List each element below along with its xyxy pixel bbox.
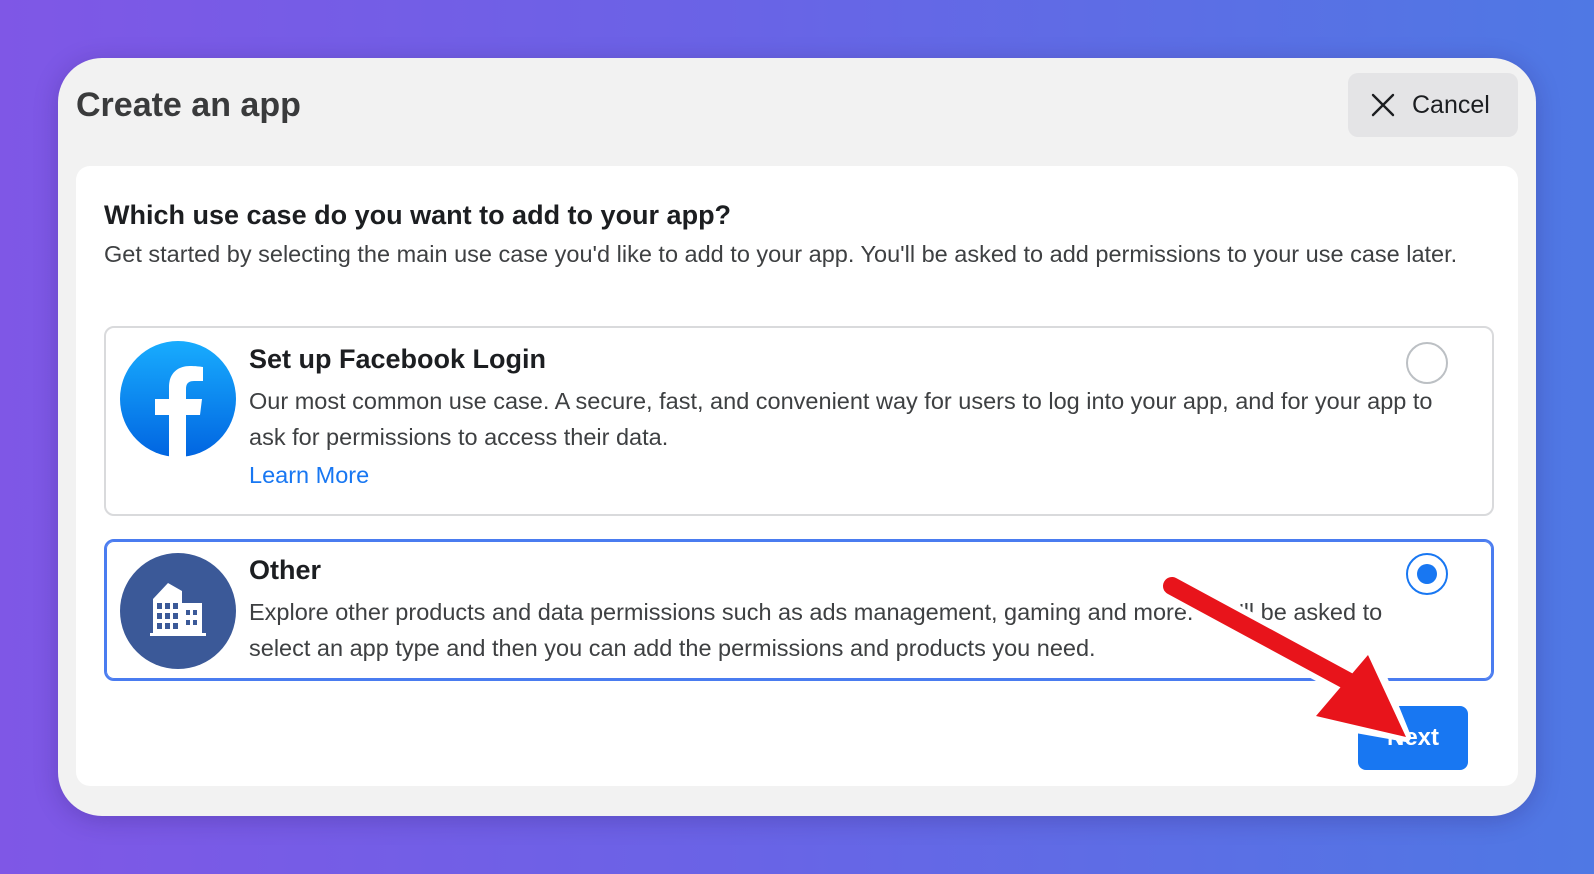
- option-facebook-login[interactable]: Set up Facebook Login Our most common us…: [104, 326, 1494, 516]
- option-other[interactable]: Other Explore other products and data pe…: [104, 539, 1494, 681]
- option-description: Explore other products and data permissi…: [249, 599, 1383, 661]
- facebook-icon: [120, 341, 236, 457]
- radio-other[interactable]: [1406, 553, 1448, 595]
- dialog-title: Create an app: [76, 86, 301, 124]
- building-icon: [120, 553, 236, 669]
- next-button[interactable]: Next: [1358, 706, 1468, 770]
- learn-more-link[interactable]: Learn More: [249, 462, 369, 489]
- option-title: Other: [249, 555, 322, 585]
- radio-facebook-login[interactable]: [1406, 342, 1448, 384]
- question-description: Get started by selecting the main use ca…: [104, 241, 1458, 267]
- option-title: Set up Facebook Login: [249, 344, 547, 374]
- radio-selected-dot: [1417, 564, 1437, 584]
- use-case-card: Which use case do you want to add to you…: [76, 166, 1518, 786]
- option-description: Our most common use case. A secure, fast…: [249, 388, 1433, 450]
- create-app-dialog: Create an app Cancel Which use case do y…: [58, 58, 1536, 816]
- cancel-label: Cancel: [1412, 90, 1490, 119]
- close-icon: [1371, 93, 1395, 117]
- cancel-button[interactable]: Cancel: [1348, 73, 1518, 137]
- question-title: Which use case do you want to add to you…: [104, 200, 732, 230]
